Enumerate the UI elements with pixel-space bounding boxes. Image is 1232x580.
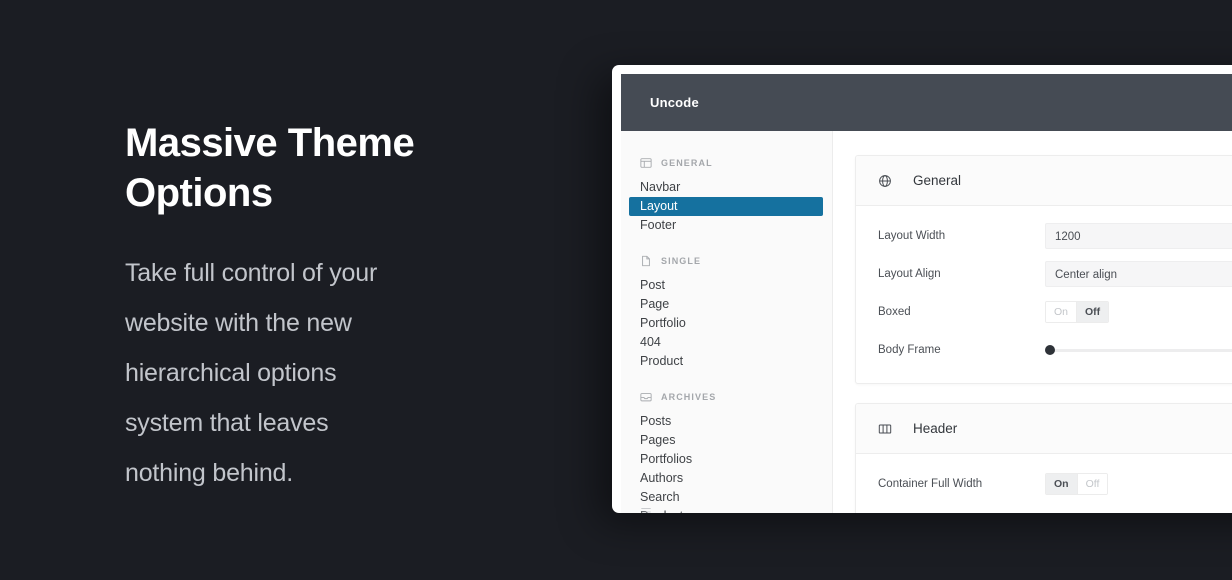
sidebar-item-products[interactable]: Products [629, 507, 823, 513]
file-icon [640, 255, 652, 267]
sidebar-section-single: SINGLE [621, 251, 832, 271]
sidebar-item-404[interactable]: 404 [629, 333, 823, 352]
card-body: Container Full Width On Off [856, 454, 1232, 513]
card-title: General [913, 173, 962, 188]
field-layout-width: Layout Width 1200 [856, 222, 1232, 250]
sidebar-item-post[interactable]: Post [629, 276, 823, 295]
field-body-frame: Body Frame [856, 336, 1232, 364]
globe-icon [878, 174, 892, 188]
page-title: Massive Theme Options [125, 121, 415, 215]
field-control: On Off [1045, 301, 1232, 323]
field-layout-align: Layout Align Center align [856, 260, 1232, 288]
theme-options-window: Uncode GENERAL Navbar Layout Footer SING… [612, 65, 1232, 513]
hero-section: Massive Theme Options Take full control … [125, 118, 595, 498]
window-inner: Uncode GENERAL Navbar Layout Footer SING… [621, 74, 1232, 513]
container-full-width-off[interactable]: Off [1076, 474, 1108, 494]
window-title: Uncode [650, 95, 699, 110]
archive-icon [640, 391, 652, 403]
sidebar-section-label: SINGLE [661, 256, 702, 266]
field-container-full-width: Container Full Width On Off [856, 470, 1232, 498]
card-body: Layout Width 1200 Layout Align Center al… [856, 206, 1232, 383]
card-header: General [856, 156, 1232, 206]
settings-content: General Layout Width 1200 Layout Align C… [833, 131, 1232, 513]
sidebar-item-authors[interactable]: Authors [629, 469, 823, 488]
layout-window-icon [640, 157, 652, 169]
settings-card-header: Header Container Full Width On Off [855, 403, 1232, 513]
field-label: Body Frame [878, 344, 941, 356]
card-title: Header [913, 421, 958, 436]
layout-align-select[interactable]: Center align [1045, 261, 1232, 287]
window-titlebar: Uncode [621, 74, 1232, 131]
field-control [1045, 345, 1232, 355]
sidebar-item-page[interactable]: Page [629, 295, 823, 314]
sidebar-item-portfolio[interactable]: Portfolio [629, 314, 823, 333]
sidebar-section-label: GENERAL [661, 158, 713, 168]
sidebar-item-footer[interactable]: Footer [629, 216, 823, 235]
field-label: Boxed [878, 306, 911, 318]
field-label: Layout Align [878, 268, 941, 280]
sidebar-item-pages[interactable]: Pages [629, 431, 823, 450]
layout-width-input[interactable]: 1200 [1045, 223, 1232, 249]
sidebar-item-posts[interactable]: Posts [629, 412, 823, 431]
body-frame-slider[interactable] [1045, 345, 1232, 355]
sidebar-next-section-icon [640, 505, 652, 513]
sidebar-item-portfolios[interactable]: Portfolios [629, 450, 823, 469]
boxed-toggle-on[interactable]: On [1046, 302, 1077, 322]
sidebar-item-search[interactable]: Search [629, 488, 823, 507]
field-control: 1200 [1045, 223, 1232, 249]
field-control: Center align [1045, 261, 1232, 287]
slider-handle[interactable] [1045, 345, 1055, 355]
sidebar-item-layout[interactable]: Layout [629, 197, 823, 216]
sidebar-section-label: ARCHIVES [661, 392, 717, 402]
sidebar-item-navbar[interactable]: Navbar [629, 178, 823, 197]
boxed-toggle-off[interactable]: Off [1076, 302, 1109, 322]
columns-icon [878, 422, 892, 436]
settings-card-general: General Layout Width 1200 Layout Align C… [855, 155, 1232, 384]
sidebar-section-general: GENERAL [621, 153, 832, 173]
container-full-width-on[interactable]: On [1046, 474, 1077, 494]
boxed-toggle[interactable]: On Off [1045, 301, 1110, 323]
sidebar-section-archives: ARCHIVES [621, 387, 832, 407]
hero-subtitle: Take full control of your website with t… [125, 259, 378, 487]
sidebar-divider-1 [621, 235, 832, 251]
sidebar-item-product[interactable]: Product [629, 352, 823, 371]
field-control: On Off [1045, 473, 1232, 495]
field-boxed: Boxed On Off [856, 298, 1232, 326]
sidebar[interactable]: GENERAL Navbar Layout Footer SINGLE Post… [621, 131, 833, 513]
slider-track [1045, 348, 1232, 352]
card-header: Header [856, 404, 1232, 454]
field-label: Container Full Width [878, 478, 983, 490]
sidebar-divider-2 [621, 371, 832, 387]
container-full-width-toggle[interactable]: On Off [1045, 473, 1109, 495]
field-label: Layout Width [878, 230, 946, 242]
window-body: GENERAL Navbar Layout Footer SINGLE Post… [621, 131, 1232, 513]
